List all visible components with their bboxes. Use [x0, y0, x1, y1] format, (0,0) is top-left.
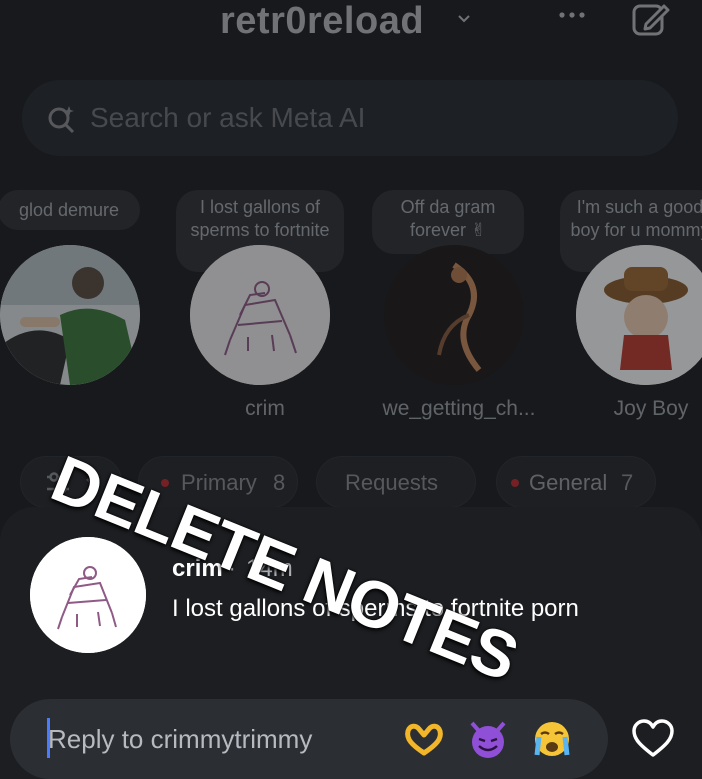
note-bubble: glod demure — [0, 190, 140, 230]
heart-hands-emoji-icon[interactable] — [402, 717, 446, 761]
search-input[interactable] — [90, 99, 650, 137]
note-reply-sheet: crim · 14m I lost gallons of sperms to f… — [0, 507, 702, 779]
search-bar[interactable] — [22, 80, 678, 156]
avatar — [190, 245, 330, 385]
note-text: I'm such a good boy for u mommy — [570, 197, 702, 240]
filter-chip-requests[interactable]: Requests — [316, 456, 476, 508]
filter-label: General — [529, 470, 608, 495]
filter-count: 8 — [273, 470, 286, 495]
edit-icon[interactable] — [630, 0, 670, 40]
note-username: crim — [245, 397, 285, 420]
meta-ai-search-icon — [48, 106, 75, 134]
more-icon[interactable] — [556, 5, 588, 25]
reply-input[interactable] — [48, 717, 378, 761]
reply-composer[interactable] — [10, 699, 608, 779]
note-item[interactable]: I'm such a good boy for u mommy Joy Boy — [560, 180, 702, 430]
note-username: Joy Boy — [613, 397, 689, 420]
filter-chip-general[interactable]: General 7 — [496, 456, 656, 508]
filter-label: Requests — [345, 470, 438, 495]
notes-tray: glod demure I lost gallons of sperms to … — [0, 180, 702, 440]
smiling-devil-emoji-icon[interactable] — [466, 717, 510, 761]
header: retr0reload — [0, 0, 702, 60]
note-text: glod demure — [18, 200, 120, 220]
unread-dot — [511, 479, 519, 487]
like-heart-icon[interactable] — [630, 717, 676, 759]
note-item[interactable]: I lost gallons of sperms to fortnite por… — [176, 180, 344, 430]
note-item[interactable]: Off da gram forever ✌ we_getting_ch... — [372, 180, 535, 430]
note-text: Off da gram forever ✌ — [400, 197, 496, 240]
note-username: we_getting_ch... — [382, 397, 536, 420]
avatar — [0, 245, 140, 385]
loudly-crying-emoji-icon[interactable] — [530, 717, 574, 761]
account-switcher[interactable]: retr0reload — [220, 0, 424, 43]
note-item[interactable]: glod demure — [0, 180, 150, 430]
chevron-down-icon[interactable] — [457, 12, 471, 26]
avatar — [576, 245, 702, 385]
filter-count: 7 — [621, 470, 634, 495]
avatar[interactable] — [30, 537, 146, 653]
avatar — [384, 245, 524, 385]
